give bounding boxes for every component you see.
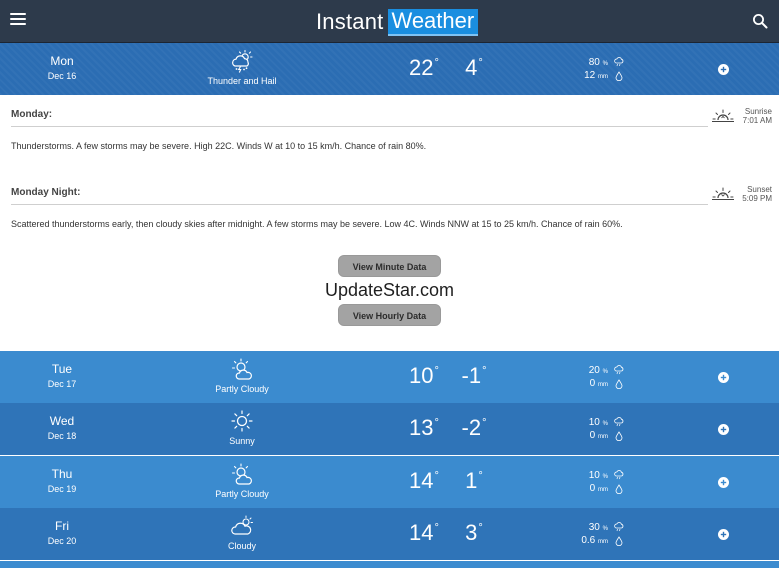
temp-low: -1°	[461, 363, 487, 388]
day-row-thu[interactable]: Thu Dec 19 Partly Cloudy 14° 1° 10 % 0 m…	[0, 456, 779, 508]
divider	[11, 204, 708, 205]
day-section-title: Monday:	[11, 109, 53, 120]
day-name: Fri	[55, 519, 69, 533]
precip-chance: 30 %	[588, 522, 608, 533]
sunset-label: Sunset	[747, 185, 772, 194]
logo-text-instant: Instant	[316, 9, 384, 34]
precip-amount: 0 mm	[589, 378, 608, 389]
rain-cloud-icon	[614, 470, 624, 480]
precip-amount: 12 mm	[584, 70, 608, 81]
watermark: UpdateStar.com	[324, 280, 455, 300]
sunrise-icon	[712, 109, 734, 122]
temp-high: 14°	[409, 468, 439, 493]
logo-text-weather: Weather	[388, 8, 479, 36]
next-day-row-edge	[0, 561, 779, 568]
day-detail-panel: Monday: Sunrise 7:01 AM Thunderstorms. A…	[0, 95, 779, 351]
expand-plus-icon[interactable]	[718, 477, 729, 488]
divider	[11, 126, 708, 127]
sunny-icon	[231, 410, 253, 432]
precip-chance: 10 %	[588, 470, 608, 481]
precip-chance: 10 %	[588, 417, 608, 428]
precip-amount: 0 mm	[589, 430, 608, 441]
day-name: Tue	[51, 362, 73, 376]
temp-high: 10°	[409, 363, 439, 388]
partly-cloudy-icon	[231, 463, 252, 485]
search-icon[interactable]	[752, 13, 768, 29]
condition-label: Partly Cloudy	[215, 489, 269, 499]
condition-label: Cloudy	[227, 541, 256, 551]
condition-label: Partly Cloudy	[215, 384, 269, 394]
precip-chance: 20 %	[588, 365, 608, 376]
day-name: Thu	[51, 467, 73, 481]
temp-low: 4°	[465, 55, 483, 80]
rain-cloud-icon	[614, 417, 624, 427]
day-row-fri[interactable]: Fri Dec 20 Cloudy 14° 3° 30 % 0.6 mm	[0, 508, 779, 560]
hamburger-menu-icon[interactable]	[10, 13, 26, 27]
expand-plus-icon[interactable]	[718, 529, 729, 540]
precip-amount: 0.6 mm	[581, 535, 608, 546]
app-logo: Instant Weather	[316, 8, 479, 36]
condition-label: Sunny	[229, 436, 255, 446]
night-forecast-text: Scattered thunderstorms early, then clou…	[11, 219, 623, 229]
day-name: Wed	[49, 414, 75, 428]
app-header: Instant Weather	[0, 0, 779, 43]
day-date: Dec 16	[47, 71, 77, 81]
expand-plus-icon[interactable]	[718, 64, 729, 75]
temp-high: 14°	[409, 520, 439, 545]
night-section-title: Monday Night:	[11, 187, 81, 198]
day-row-wed[interactable]: Wed Dec 18 Sunny 13° -2° 10 % 0 mm	[0, 403, 779, 455]
day-name: Mon	[50, 54, 74, 68]
expand-plus-icon[interactable]	[718, 424, 729, 435]
day-forecast-text: Thunderstorms. A few storms may be sever…	[11, 141, 427, 151]
sunrise-label: Sunrise	[744, 107, 772, 116]
sunset-time: 5:09 PM	[742, 194, 772, 203]
day-row-tue[interactable]: Tue Dec 17 Partly Cloudy 10° -1° 20 % 0 …	[0, 351, 779, 403]
temp-high: 13°	[409, 415, 439, 440]
day-date: Dec 18	[47, 431, 77, 441]
raindrop-icon	[615, 536, 623, 546]
temp-low: 1°	[465, 468, 483, 493]
rain-cloud-icon	[614, 522, 624, 532]
view-minute-data-button[interactable]: View Minute Data	[338, 255, 441, 277]
raindrop-icon	[615, 71, 623, 81]
view-hourly-data-button[interactable]: View Hourly Data	[338, 304, 441, 326]
raindrop-icon	[615, 379, 623, 389]
precip-chance: 80 %	[588, 57, 608, 68]
day-date: Dec 17	[47, 379, 77, 389]
day-date: Dec 20	[47, 536, 77, 546]
expand-plus-icon[interactable]	[718, 372, 729, 383]
temp-high: 22°	[409, 55, 439, 80]
raindrop-icon	[615, 484, 623, 494]
precip-amount: 0 mm	[589, 483, 608, 494]
day-date: Dec 19	[47, 484, 77, 494]
raindrop-icon	[615, 431, 623, 441]
sunrise-time: 7:01 AM	[742, 116, 772, 125]
temp-low: -2°	[461, 415, 487, 440]
rain-cloud-icon	[614, 57, 624, 67]
thunder-hail-icon	[232, 49, 253, 73]
sunset-icon	[712, 187, 734, 200]
condition-label: Thunder and Hail	[207, 76, 277, 86]
temp-low: 3°	[465, 520, 483, 545]
day-row-mon[interactable]: Mon Dec 16 Thunder and Hail 22° 4° 80 % …	[0, 43, 779, 95]
cloudy-icon	[231, 515, 253, 535]
rain-cloud-icon	[614, 365, 624, 375]
partly-cloudy-icon	[231, 358, 252, 380]
